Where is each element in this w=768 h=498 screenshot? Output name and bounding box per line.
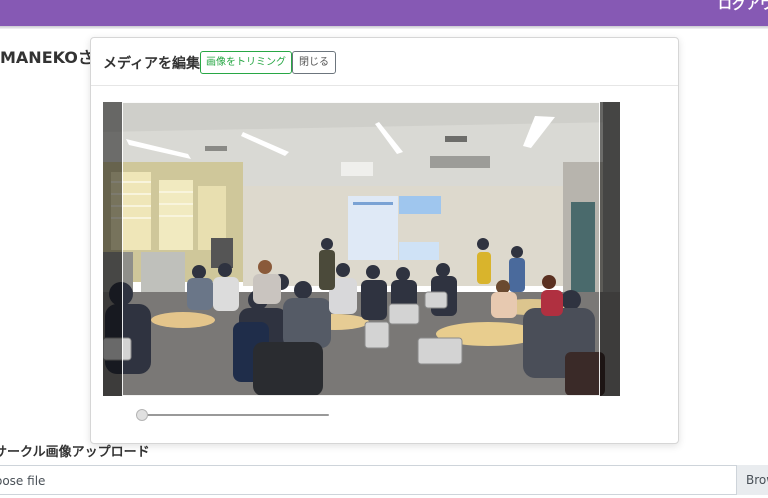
crop-mask-left (103, 102, 122, 396)
modal-header: メディアを編集 画像をトリミング 閉じる (91, 38, 678, 86)
close-button[interactable]: 閉じる (292, 51, 336, 74)
zoom-slider-thumb[interactable] (136, 409, 148, 421)
logout-link[interactable]: ログアウ (718, 0, 768, 14)
page-title: MANEKOさ (0, 48, 94, 67)
zoom-slider[interactable] (136, 408, 329, 422)
navbar-shadow (0, 26, 768, 29)
file-input-text: oose file (0, 474, 46, 488)
crop-mask-right (600, 102, 620, 396)
image-cropper[interactable] (103, 102, 620, 396)
file-input[interactable]: oose file (0, 465, 768, 495)
trim-image-button[interactable]: 画像をトリミング (200, 51, 292, 74)
crop-box[interactable] (122, 102, 600, 396)
edit-media-modal: メディアを編集 画像をトリミング 閉じる (90, 37, 679, 444)
browse-button[interactable]: Brow (736, 465, 768, 495)
top-navbar: ログアウ (0, 0, 768, 26)
zoom-slider-track (136, 414, 329, 416)
modal-title: メディアを編集 (103, 56, 201, 72)
